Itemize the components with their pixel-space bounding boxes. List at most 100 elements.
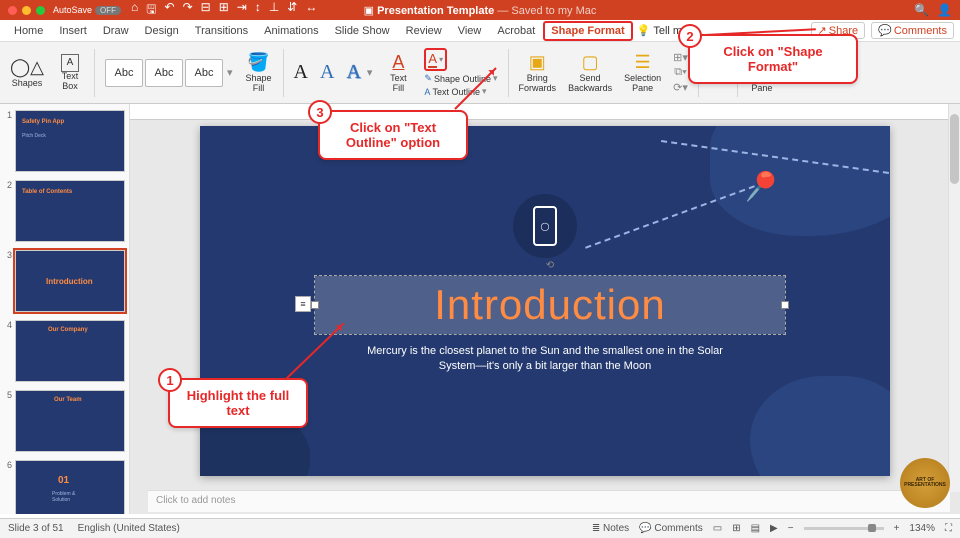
tab-acrobat[interactable]: Acrobat bbox=[489, 21, 543, 41]
redo-icon[interactable]: ↷ bbox=[183, 0, 193, 21]
qat-icon[interactable]: ↔ bbox=[305, 0, 317, 21]
view-sorter-icon[interactable]: ⊞ bbox=[732, 523, 740, 534]
selection-pane-icon: ☰ bbox=[635, 52, 651, 74]
shapes-button[interactable]: ◯△Shapes bbox=[6, 55, 48, 91]
watermark-logo: ART OF PRESENTATIONS bbox=[900, 458, 950, 508]
notes-pane[interactable]: Click to add notes bbox=[148, 490, 950, 512]
thumbnail-3[interactable]: Introduction bbox=[15, 250, 125, 312]
thumbnail-5[interactable]: Our Team bbox=[15, 390, 125, 452]
qat-icon[interactable]: ⊞ bbox=[219, 0, 229, 21]
text-outline-a-icon: A bbox=[424, 87, 430, 97]
shape-style[interactable]: Abc bbox=[105, 59, 143, 87]
bucket-icon: 🪣 bbox=[247, 52, 269, 74]
autosave-label: AutoSave bbox=[53, 5, 92, 15]
document-title: ▣ Presentation Template — Saved to my Ma… bbox=[364, 4, 597, 17]
wordart-style[interactable]: A bbox=[294, 61, 308, 84]
shape-style[interactable]: Abc bbox=[145, 59, 183, 87]
tab-shape-format[interactable]: Shape Format bbox=[543, 21, 632, 41]
bring-forward-icon: ▣ bbox=[529, 52, 546, 74]
send-backwards-button[interactable]: ▢Send Backwards bbox=[564, 50, 616, 96]
selection-pane-button[interactable]: ☰Selection Pane bbox=[620, 50, 665, 96]
wordart-style[interactable]: A bbox=[346, 61, 360, 84]
callout-1: 1 Highlight the full text bbox=[168, 378, 308, 428]
autosave-toggle[interactable]: AutoSave OFF bbox=[53, 5, 121, 15]
minimize-icon[interactable] bbox=[22, 6, 31, 15]
group-button[interactable]: ⧉▾ bbox=[674, 66, 686, 79]
notes-toggle[interactable]: ≣ Notes bbox=[592, 523, 629, 534]
slide-body-text[interactable]: Mercury is the closest planet to the Sun… bbox=[355, 344, 735, 375]
text-fill-icon: A bbox=[392, 52, 404, 74]
send-backward-icon: ▢ bbox=[582, 52, 599, 74]
fit-icon[interactable]: ⛶ bbox=[945, 523, 952, 534]
tab-animations[interactable]: Animations bbox=[256, 21, 326, 41]
pen-icon: ✎ bbox=[424, 73, 432, 84]
shape-style[interactable]: Abc bbox=[185, 59, 223, 87]
thumbnail-2[interactable]: Table of Contents bbox=[15, 180, 125, 242]
bulb-icon: 💡 bbox=[637, 24, 651, 37]
tab-review[interactable]: Review bbox=[398, 21, 450, 41]
slide-thumbnails: 1Safety Pin AppPitch Deck 2Table of Cont… bbox=[0, 104, 130, 514]
search-icon[interactable]: 🔍 bbox=[914, 3, 929, 17]
undo-icon[interactable]: ↶ bbox=[165, 0, 175, 21]
home-icon[interactable]: ⌂ bbox=[131, 0, 138, 21]
comments-button[interactable]: 💬Comments bbox=[871, 22, 954, 39]
tab-slide-show[interactable]: Slide Show bbox=[327, 21, 398, 41]
rotate-handle-icon[interactable]: ⟲ bbox=[546, 260, 554, 271]
tab-design[interactable]: Design bbox=[137, 21, 187, 41]
zoom-slider[interactable] bbox=[804, 527, 884, 530]
bring-forwards-button[interactable]: ▣Bring Forwards bbox=[515, 50, 561, 96]
text-box-button[interactable]: AText Box bbox=[52, 52, 88, 94]
window-controls bbox=[8, 6, 45, 15]
tab-transitions[interactable]: Transitions bbox=[187, 21, 256, 41]
rotate-button[interactable]: ⟳▾ bbox=[673, 81, 688, 94]
tab-home[interactable]: Home bbox=[6, 21, 51, 41]
language-indicator[interactable]: English (United States) bbox=[78, 523, 180, 534]
qat-icon[interactable]: ⇥ bbox=[237, 0, 247, 21]
text-outline-button[interactable]: A ▾ bbox=[424, 48, 447, 71]
view-reading-icon[interactable]: ▤ bbox=[751, 523, 760, 534]
thumbnail-6[interactable]: 01Problem & Solution bbox=[15, 460, 125, 514]
align-button[interactable]: ⊞▾ bbox=[673, 51, 688, 64]
slide-title[interactable]: Introduction bbox=[434, 281, 665, 329]
shape-styles-gallery[interactable]: Abc Abc Abc ▾ bbox=[101, 57, 237, 89]
phone-icon-circle bbox=[513, 194, 577, 258]
thumbnail-4[interactable]: Our Company bbox=[15, 320, 125, 382]
tab-insert[interactable]: Insert bbox=[51, 21, 95, 41]
wordart-styles-gallery[interactable]: A A A ▾ bbox=[290, 59, 377, 86]
thumbnail-1[interactable]: Safety Pin AppPitch Deck bbox=[15, 110, 125, 172]
qat-icon[interactable]: ↕ bbox=[255, 0, 261, 21]
qat-icon[interactable]: ⊟ bbox=[201, 0, 211, 21]
gallery-more-icon[interactable]: ▾ bbox=[227, 66, 233, 79]
title-text-box[interactable]: ⟲ Introduction bbox=[315, 276, 785, 334]
text-outline-icon: A bbox=[428, 51, 437, 68]
vertical-scrollbar[interactable] bbox=[948, 104, 960, 492]
ruler-horizontal bbox=[130, 104, 960, 120]
user-icon[interactable]: 👤 bbox=[937, 3, 952, 17]
callout-3: 3 Click on "Text Outline" option bbox=[318, 110, 468, 160]
view-normal-icon[interactable]: ▭ bbox=[713, 523, 722, 534]
text-align-handle[interactable]: ≡ bbox=[295, 296, 311, 312]
gallery-more-icon[interactable]: ▾ bbox=[367, 66, 373, 79]
qat-icon[interactable]: ⊥ bbox=[269, 0, 279, 21]
callout-2: 2 Click on "Shape Format" bbox=[688, 34, 858, 84]
comment-icon: 💬 bbox=[878, 24, 892, 37]
zoom-level[interactable]: 134% bbox=[909, 523, 935, 534]
comments-toggle[interactable]: 💬 Comments bbox=[639, 523, 703, 534]
qat-icon[interactable]: ⇵ bbox=[287, 0, 297, 21]
text-fill-button[interactable]: AText Fill bbox=[380, 50, 416, 96]
slide-counter[interactable]: Slide 3 of 51 bbox=[8, 523, 64, 534]
close-icon[interactable] bbox=[8, 6, 17, 15]
save-icon[interactable]: 🖫 bbox=[146, 0, 156, 21]
view-slideshow-icon[interactable]: ▶ bbox=[770, 523, 778, 534]
maximize-icon[interactable] bbox=[36, 6, 45, 15]
tab-view[interactable]: View bbox=[450, 21, 490, 41]
shape-fill-button[interactable]: 🪣Shape Fill bbox=[241, 50, 277, 96]
quick-access-toolbar: ⌂ 🖫 ↶ ↷ ⊟ ⊞ ⇥ ↕ ⊥ ⇵ ↔ bbox=[131, 0, 317, 21]
status-bar: Slide 3 of 51 English (United States) ≣ … bbox=[0, 518, 960, 538]
textbox-icon: A bbox=[61, 54, 79, 72]
tab-draw[interactable]: Draw bbox=[95, 21, 137, 41]
shapes-icon: ◯△ bbox=[10, 57, 44, 79]
phone-icon bbox=[533, 206, 557, 246]
wordart-style[interactable]: A bbox=[320, 61, 334, 84]
file-icon: ▣ bbox=[364, 5, 377, 17]
